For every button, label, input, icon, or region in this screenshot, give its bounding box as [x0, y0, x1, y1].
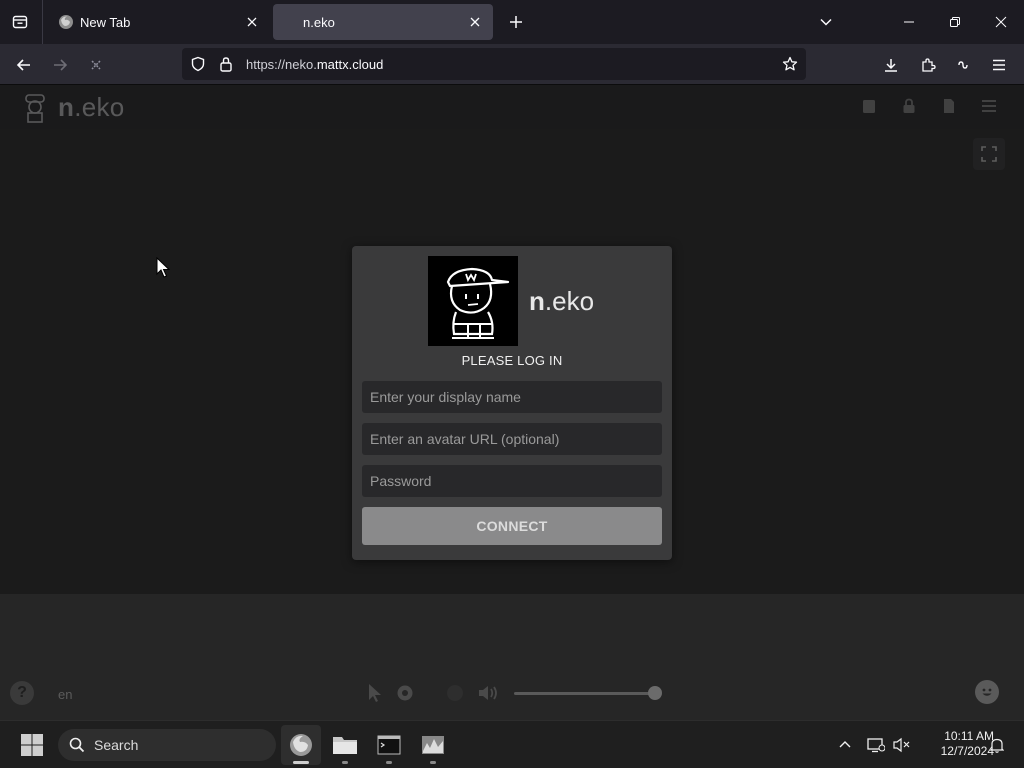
close-tab-icon[interactable]: [240, 10, 264, 34]
media-controls: [362, 680, 672, 706]
avatar-url-input[interactable]: [362, 423, 662, 455]
chevron-down-icon[interactable]: [812, 8, 840, 36]
search-icon: [68, 736, 86, 754]
lock-icon[interactable]: [900, 97, 918, 115]
tab-new-tab[interactable]: New Tab: [48, 4, 270, 40]
taskbar-search[interactable]: Search: [58, 729, 276, 761]
fullscreen-icon[interactable]: [973, 138, 1005, 170]
account-icon[interactable]: [948, 50, 978, 80]
login-brand-rest: .eko: [544, 285, 595, 316]
file-icon[interactable]: [940, 97, 958, 115]
play-icon[interactable]: [442, 680, 468, 706]
login-dialog: n.eko PLEASE LOG IN CONNECT: [352, 246, 672, 560]
tab-title: n.eko: [303, 14, 335, 30]
search-label: Search: [94, 737, 139, 753]
new-tab-icon[interactable]: [502, 8, 530, 36]
help-icon[interactable]: ?: [10, 681, 34, 705]
navigation-bar: https://neko.mattx.cloud: [0, 44, 1024, 85]
firefox-icon: [58, 14, 74, 30]
minimize-icon[interactable]: [886, 0, 932, 44]
notification-bell-icon[interactable]: [986, 729, 1008, 761]
running-indicator: [342, 761, 348, 764]
menu-icon[interactable]: [980, 97, 998, 115]
stop-loading-icon[interactable]: [81, 50, 111, 80]
header-controls: [860, 97, 998, 115]
volume-slider[interactable]: [514, 692, 656, 695]
neko-logo: n.eko: [22, 92, 125, 123]
taskbar: Search 10:11 AM 12/7/2024: [0, 720, 1024, 768]
neko-page: n.eko ? en n.eko PLEASE LOG IN Enter you…: [0, 85, 1024, 720]
tab-neko[interactable]: n.eko: [273, 4, 493, 40]
clock-date: 12/7/2024: [940, 744, 994, 758]
tab-separator: [42, 0, 43, 44]
back-arrow-icon[interactable]: [9, 50, 39, 80]
language-selector[interactable]: en: [58, 687, 72, 702]
neko-header: n.eko: [0, 85, 1024, 129]
shield-icon[interactable]: [188, 54, 208, 74]
volume-icon[interactable]: [476, 680, 502, 706]
neko-mascot-image: [428, 256, 518, 346]
task-manager-icon: [422, 736, 444, 754]
bookmark-star-icon[interactable]: [780, 54, 800, 74]
keyboard-lock-icon[interactable]: [392, 680, 418, 706]
lock-icon[interactable]: [216, 54, 236, 74]
network-icon[interactable]: [864, 729, 888, 761]
url-prefix: https://neko.: [246, 56, 317, 72]
extensions-icon[interactable]: [913, 50, 943, 80]
login-logo: n.eko: [428, 256, 594, 346]
clock-time: 10:11 AM: [944, 729, 994, 743]
close-tab-icon[interactable]: [463, 10, 487, 34]
volume-slider-handle[interactable]: [648, 686, 662, 700]
neko-brand-bold: n: [58, 92, 75, 122]
clipboard-icon[interactable]: [860, 97, 878, 115]
login-brand-bold: n: [529, 285, 545, 316]
show-hidden-icons-chevron-up-icon[interactable]: [834, 729, 856, 761]
hamburger-menu-icon[interactable]: [984, 50, 1014, 80]
tab-strip: New Tab n.eko: [0, 0, 1024, 44]
address-bar[interactable]: https://neko.mattx.cloud: [182, 48, 806, 80]
password-input[interactable]: [362, 465, 662, 497]
neko-brand: n.eko: [58, 92, 125, 123]
volume-muted-icon[interactable]: [890, 729, 914, 761]
running-indicator: [293, 761, 309, 764]
restore-icon[interactable]: [932, 0, 978, 44]
login-brand: n.eko: [529, 286, 594, 317]
close-window-icon[interactable]: [978, 0, 1024, 44]
forward-arrow-icon[interactable]: [45, 50, 75, 80]
download-icon[interactable]: [876, 50, 906, 80]
taskbar-firefox[interactable]: [281, 725, 321, 765]
windows-start-icon[interactable]: [18, 731, 46, 759]
connect-button[interactable]: CONNECT: [362, 507, 662, 545]
neko-mascot-icon: [25, 93, 45, 123]
login-heading: PLEASE LOG IN: [461, 353, 563, 368]
url-text: https://neko.mattx.cloud: [246, 57, 383, 72]
taskbar-task-manager[interactable]: [413, 725, 453, 765]
taskbar-terminal[interactable]: [369, 725, 409, 765]
url-domain: mattx.cloud: [316, 56, 384, 72]
running-indicator: [430, 761, 436, 764]
tab-title: New Tab: [80, 14, 131, 30]
neko-brand-rest: .eko: [74, 92, 125, 122]
display-name-input[interactable]: [362, 381, 662, 413]
file-explorer-icon: [333, 737, 357, 754]
clock[interactable]: 10:11 AM 12/7/2024: [916, 729, 994, 759]
running-indicator: [386, 761, 392, 764]
taskbar-file-explorer[interactable]: [325, 725, 365, 765]
pointer-icon[interactable]: [362, 680, 388, 706]
terminal-icon: [377, 735, 401, 755]
firefox-view-icon[interactable]: [6, 8, 34, 36]
emoji-icon[interactable]: [975, 680, 999, 704]
mouse-cursor-icon: [156, 257, 170, 278]
neko-footer: ? en: [0, 594, 1024, 720]
firefox-icon: [290, 734, 312, 756]
